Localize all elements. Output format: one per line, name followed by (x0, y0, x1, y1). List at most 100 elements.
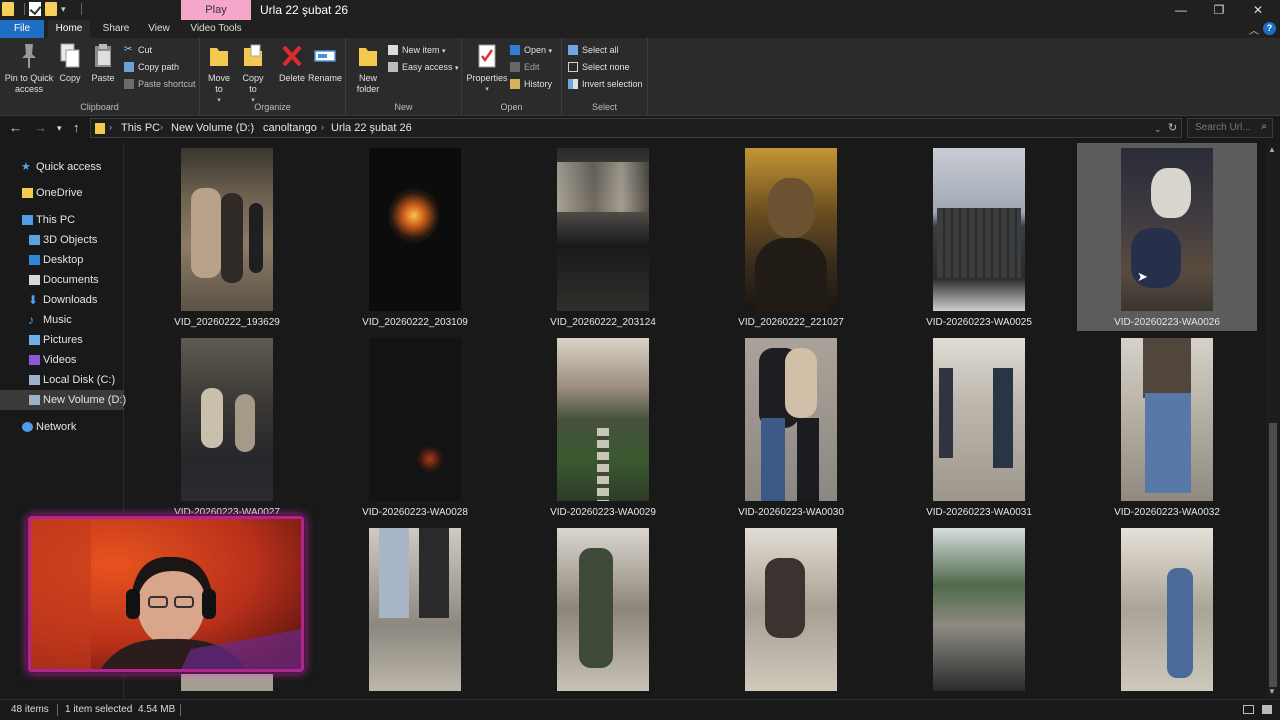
select-none-button[interactable]: Select none (568, 60, 630, 74)
copy-to-label: Copy to (242, 73, 264, 94)
breadcrumb-new-volume[interactable]: New Volume (D:) (171, 122, 254, 134)
tab-home[interactable]: Home (48, 20, 90, 38)
nav-documents[interactable]: Documents (0, 270, 124, 290)
video-thumbnail (557, 528, 649, 691)
paste-button[interactable]: Paste (88, 42, 118, 84)
nav-music[interactable]: ♪ Music (0, 310, 124, 330)
status-divider (57, 704, 58, 716)
maximize-button[interactable]: ❐ (1199, 0, 1239, 20)
breadcrumb-this-pc[interactable]: This PC (121, 122, 160, 134)
history-label: History (524, 79, 553, 89)
tab-video-tools[interactable]: Video Tools (184, 20, 248, 38)
nav-label: Desktop (43, 254, 84, 266)
file-tile[interactable] (1077, 523, 1257, 699)
drive-icon (29, 395, 40, 405)
file-tile[interactable]: VID-20260223-WA0029 (513, 333, 693, 521)
pin-quick-access-button[interactable]: Pin to Quick access (4, 42, 54, 95)
file-tile[interactable]: VID-20260223-WA0030 (701, 333, 881, 521)
paste-shortcut-button[interactable]: Paste shortcut (124, 77, 196, 91)
file-tile[interactable] (701, 523, 881, 699)
scroll-up-arrow-icon[interactable]: ▲ (1268, 145, 1276, 154)
nav-videos[interactable]: Videos (0, 350, 124, 370)
properties-check-icon[interactable] (29, 2, 41, 16)
nav-onedrive[interactable]: OneDrive (0, 183, 124, 203)
copy-path-button[interactable]: Copy path (124, 60, 179, 74)
vertical-scrollbar[interactable]: ▲ ▼ (1266, 143, 1280, 699)
refresh-icon[interactable]: ↻ (1168, 121, 1177, 134)
file-tile[interactable] (513, 523, 693, 699)
tab-view[interactable]: View (142, 20, 176, 38)
move-to-button[interactable]: Move to ▾ (206, 42, 232, 106)
minimize-button[interactable]: — (1161, 0, 1201, 20)
recent-locations-chevron-icon[interactable]: ▾ (57, 123, 62, 134)
file-name: VID-20260223-WA0028 (362, 507, 468, 518)
large-icons-view-icon[interactable] (1262, 705, 1272, 714)
history-button[interactable]: History (510, 77, 552, 91)
properties-icon (478, 44, 496, 68)
file-tile[interactable] (889, 523, 1069, 699)
edit-button[interactable]: Edit (510, 60, 540, 74)
easy-access-icon (388, 62, 398, 72)
address-dropdown-chevron-icon[interactable]: ⌄ (1154, 124, 1162, 135)
select-all-button[interactable]: Select all (568, 43, 619, 57)
file-tile[interactable]: VID_20260222_203124 (513, 143, 693, 331)
nav-label: 3D Objects (43, 234, 98, 246)
scrollbar-thumb[interactable] (1269, 423, 1277, 687)
nav-downloads[interactable]: ⬇ Downloads (0, 290, 124, 310)
new-item-button[interactable]: New item ▾ (388, 43, 446, 57)
breadcrumb-current-folder[interactable]: Urla 22 şubat 26 (331, 122, 412, 134)
new-group-label: New (394, 102, 413, 112)
nav-pictures[interactable]: Pictures (0, 330, 124, 350)
breadcrumb-canoltango[interactable]: canoltango (263, 122, 317, 134)
nav-this-pc[interactable]: This PC (0, 210, 124, 230)
nav-3d-objects[interactable]: 3D Objects (0, 230, 124, 250)
play-contextual-tab[interactable]: Play (181, 0, 251, 20)
file-tile[interactable]: VID-20260223-WA0032 (1077, 333, 1257, 521)
tab-share[interactable]: Share (98, 20, 134, 38)
new-folder-button[interactable]: New folder (354, 42, 382, 95)
copy-to-button[interactable]: Copy to ▾ (240, 42, 266, 106)
close-button[interactable]: ✕ (1238, 0, 1278, 20)
address-field[interactable]: › This PC › New Volume (D:) › canoltango… (90, 118, 1182, 138)
tab-file[interactable]: File (0, 20, 44, 38)
nav-desktop[interactable]: Desktop (0, 250, 124, 270)
open-button[interactable]: Open ▾ (510, 43, 552, 57)
file-tile[interactable]: VID-20260223-WA0027 (137, 333, 317, 521)
file-tile-selected[interactable]: ➤ VID-20260223-WA0026 (1077, 143, 1257, 331)
up-arrow-icon[interactable]: ↑ (73, 120, 80, 135)
file-tile[interactable]: VID_20260222_221027 (701, 143, 881, 331)
file-tile[interactable]: VID-20260223-WA0031 (889, 333, 1069, 521)
help-icon[interactable]: ? (1263, 22, 1276, 35)
file-tile[interactable]: VID-20260223-WA0028 (325, 333, 505, 521)
delete-button[interactable]: Delete (277, 42, 307, 84)
forward-arrow-icon[interactable]: → (34, 120, 47, 135)
file-tile[interactable]: VID_20260222_193629 (137, 143, 317, 331)
back-arrow-icon[interactable]: ← (9, 120, 22, 135)
copy-button[interactable]: Copy (56, 42, 84, 84)
file-tile[interactable]: VID_20260222_203109 (325, 143, 505, 331)
file-tile[interactable] (325, 523, 505, 699)
copy-icon (60, 43, 80, 68)
folder-icon[interactable] (2, 2, 14, 16)
invert-selection-button[interactable]: Invert selection (568, 77, 643, 91)
file-tile[interactable]: VID-20260223-WA0025 (889, 143, 1069, 331)
nav-label: Downloads (43, 294, 98, 306)
music-note-icon: ♪ (28, 313, 34, 327)
customize-toolbar-chevron-icon[interactable]: ▾ (61, 2, 71, 16)
nav-local-disk[interactable]: Local Disk (C:) (0, 370, 124, 390)
cut-button[interactable]: ✂ Cut (124, 43, 152, 57)
collapse-ribbon-chevron-icon[interactable]: ︿ (1249, 22, 1259, 37)
nav-network[interactable]: Network (0, 417, 124, 437)
details-view-icon[interactable] (1243, 705, 1254, 714)
scroll-down-arrow-icon[interactable]: ▼ (1268, 687, 1276, 696)
nav-new-volume[interactable]: New Volume (D:) (0, 390, 126, 410)
rename-button[interactable]: Rename (308, 42, 342, 84)
easy-access-button[interactable]: Easy access ▾ (388, 60, 459, 74)
search-input[interactable]: Search Url... ⌕ (1187, 118, 1273, 138)
new-folder-icon[interactable] (45, 2, 57, 16)
nav-label: Network (36, 421, 77, 433)
properties-button[interactable]: Properties ▾ (466, 42, 508, 95)
search-icon[interactable]: ⌕ (1261, 121, 1267, 132)
nav-quick-access[interactable]: ★ Quick access (0, 157, 124, 177)
file-name: VID-20260223-WA0029 (550, 507, 656, 518)
